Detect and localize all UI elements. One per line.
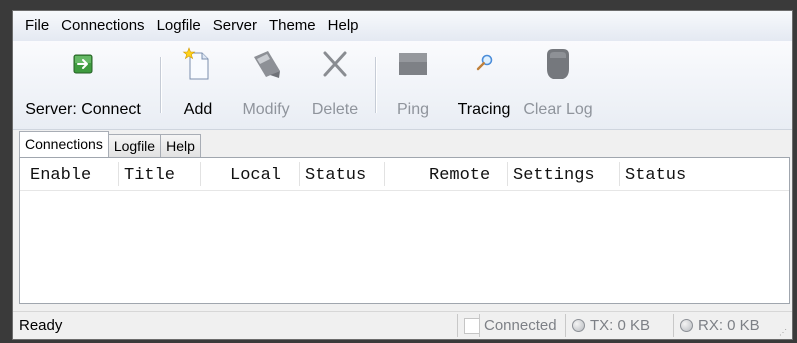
column-header-settings[interactable]: Settings — [513, 166, 595, 185]
rx-led-icon — [680, 319, 693, 332]
column-divider[interactable] — [384, 162, 385, 186]
menu-bar: File Connections Logfile Server Theme He… — [13, 11, 792, 41]
tracing-button[interactable]: Tracing — [453, 47, 515, 121]
new-document-icon — [178, 47, 218, 81]
eraser-icon — [538, 47, 578, 81]
tracing-label: Tracing — [457, 101, 511, 118]
connect-arrow-icon — [63, 47, 103, 81]
tx-led-icon — [572, 319, 585, 332]
column-header-remote[interactable]: Remote — [429, 166, 490, 185]
connected-panel: Connected — [479, 314, 557, 337]
column-header-local[interactable]: Local — [230, 166, 281, 185]
modify-button[interactable]: Modify — [233, 47, 299, 121]
resize-grip-icon[interactable]: ⋰ — [779, 328, 789, 338]
clear-log-label: Clear Log — [523, 101, 593, 118]
delete-x-icon — [315, 47, 355, 81]
add-label: Add — [183, 101, 213, 118]
status-bar: Ready Connected TX: 0 KB RX: 0 KB ⋰ — [13, 311, 792, 339]
toolbar-separator — [375, 57, 377, 113]
ping-button[interactable]: Ping — [391, 47, 435, 121]
menu-connections[interactable]: Connections — [55, 15, 150, 37]
menu-logfile[interactable]: Logfile — [151, 15, 207, 37]
menu-theme[interactable]: Theme — [263, 15, 322, 37]
status-checkbox-panel — [457, 314, 480, 337]
rx-label: RX: 0 KB — [698, 317, 760, 334]
server-connect-button[interactable]: Server: Connect — [19, 47, 147, 121]
column-divider[interactable] — [299, 162, 300, 186]
tab-logfile[interactable]: Logfile — [107, 134, 162, 157]
add-button[interactable]: Add — [176, 47, 220, 121]
connections-grid[interactable]: Enable Title Local Status Remote Setting… — [19, 157, 790, 304]
column-header-title[interactable]: Title — [124, 166, 175, 185]
connected-label: Connected — [484, 317, 557, 334]
app-window: File Connections Logfile Server Theme He… — [12, 10, 793, 340]
column-header-local-status[interactable]: Status — [305, 166, 366, 185]
tab-connections[interactable]: Connections — [19, 131, 109, 157]
column-header-enable[interactable]: Enable — [30, 166, 91, 185]
toolbar-separator — [160, 57, 162, 113]
delete-label: Delete — [311, 101, 359, 118]
column-header-remote-status[interactable]: Status — [625, 166, 686, 185]
modify-label: Modify — [242, 101, 290, 118]
grid-header: Enable Title Local Status Remote Setting… — [20, 158, 789, 191]
magnifier-icon — [464, 47, 504, 81]
ping-square-icon — [393, 47, 433, 81]
tab-help[interactable]: Help — [160, 134, 201, 157]
modify-pencil-icon — [246, 47, 286, 81]
delete-button[interactable]: Delete — [305, 47, 365, 121]
tx-panel: TX: 0 KB — [565, 314, 650, 337]
column-divider[interactable] — [118, 162, 119, 186]
menu-help[interactable]: Help — [322, 15, 365, 37]
clear-log-button[interactable]: Clear Log — [520, 47, 596, 121]
status-checkbox[interactable] — [464, 317, 480, 334]
server-connect-label: Server: Connect — [25, 101, 141, 118]
rx-panel: RX: 0 KB — [673, 314, 760, 337]
ping-label: Ping — [396, 101, 430, 118]
status-text: Ready — [19, 317, 63, 334]
column-divider[interactable] — [619, 162, 620, 186]
column-divider[interactable] — [200, 162, 201, 186]
toolbar: Server: Connect Add Modify Delete Ping T… — [13, 41, 792, 130]
tab-strip: Connections Logfile Help — [19, 131, 201, 157]
menu-server[interactable]: Server — [207, 15, 263, 37]
column-divider[interactable] — [507, 162, 508, 186]
tx-label: TX: 0 KB — [590, 317, 651, 334]
menu-file[interactable]: File — [19, 15, 55, 37]
